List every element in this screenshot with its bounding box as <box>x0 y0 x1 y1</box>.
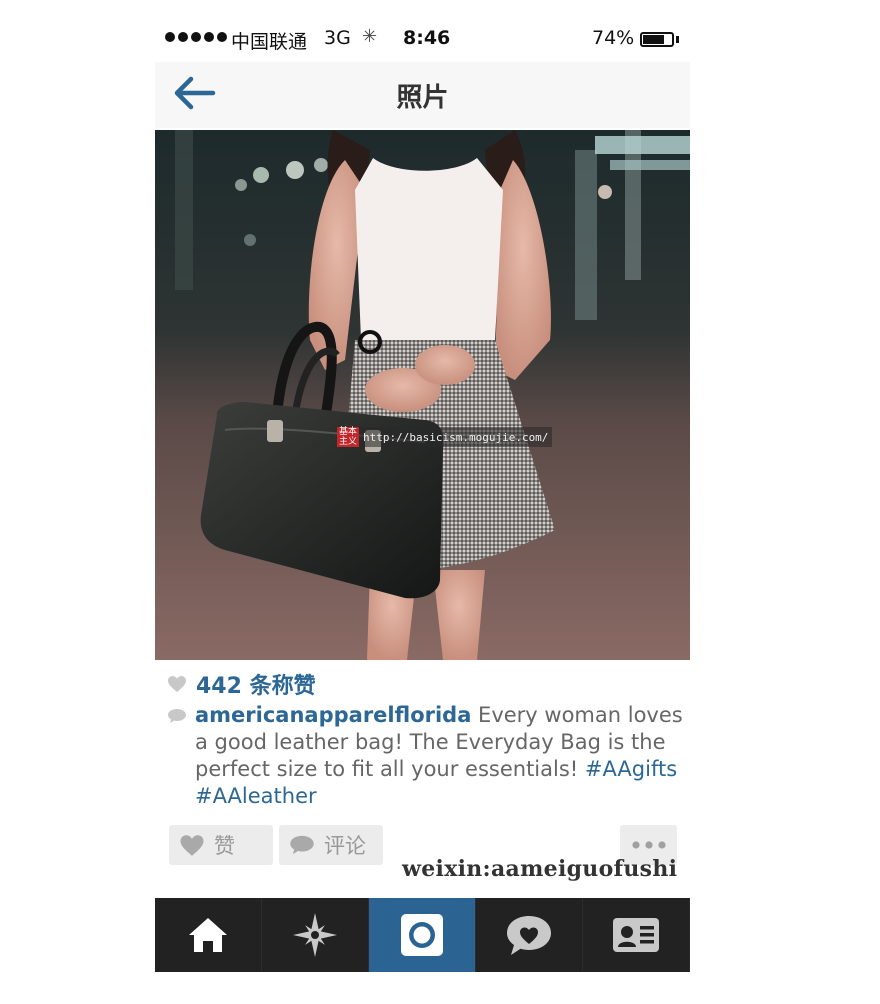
heart-icon <box>180 834 204 856</box>
tab-activity[interactable] <box>476 898 583 972</box>
status-bar: 中国联通 3G ✳ 8:46 74% <box>155 22 690 58</box>
overlay-wechat-id: weixin:aameiguofushi <box>402 856 678 882</box>
comment-bubble-icon <box>290 835 314 855</box>
tab-profile[interactable] <box>583 898 690 972</box>
camera-icon <box>401 914 443 956</box>
likes-label: 442 条称赞 <box>196 674 316 699</box>
tab-camera[interactable] <box>369 898 476 972</box>
battery-percent: 74% <box>592 27 635 49</box>
photo-illustration <box>155 130 690 660</box>
home-icon <box>189 918 227 952</box>
comment-button[interactable]: 评论 <box>279 825 383 865</box>
heart-icon <box>168 676 186 692</box>
comment-bubble-icon <box>168 709 186 723</box>
like-button[interactable]: 赞 <box>169 825 273 865</box>
like-button-label: 赞 <box>214 834 235 858</box>
profile-card-icon <box>613 918 659 952</box>
network-type: 3G <box>324 27 351 49</box>
battery-icon <box>640 32 674 47</box>
signal-strength-icon <box>165 32 227 42</box>
nav-bar: 照片 <box>155 62 690 128</box>
activity-heart-icon <box>507 916 551 955</box>
status-time: 8:46 <box>403 27 451 49</box>
carrier-name: 中国联通 <box>231 31 308 53</box>
battery-tip <box>676 36 679 43</box>
explore-star-icon <box>293 913 337 957</box>
tab-bar <box>155 898 690 972</box>
phone-screen: 中国联通 3G ✳ 8:46 74% 照片 基本 主义 http://basic… <box>155 0 690 1004</box>
activity-spinner-icon: ✳ <box>362 26 378 47</box>
tab-explore[interactable] <box>262 898 369 972</box>
comment-button-label: 评论 <box>324 834 366 858</box>
likes-count[interactable]: 442 条称赞 <box>167 668 316 700</box>
watermark-url: http://basicism.mogujie.com/ <box>363 430 549 444</box>
caption-text: americanapparelflorida Every woman loves… <box>195 702 685 810</box>
post-username[interactable]: americanapparelflorida <box>195 703 471 727</box>
page-title: 照片 <box>396 83 449 113</box>
photo-watermark: 基本 主义 http://basicism.mogujie.com/ <box>337 427 553 447</box>
watermark-logo: 基本 主义 <box>337 427 359 447</box>
post-photo[interactable]: 基本 主义 http://basicism.mogujie.com/ <box>155 130 690 660</box>
tab-home[interactable] <box>155 898 262 972</box>
ellipsis-icon <box>632 841 666 849</box>
